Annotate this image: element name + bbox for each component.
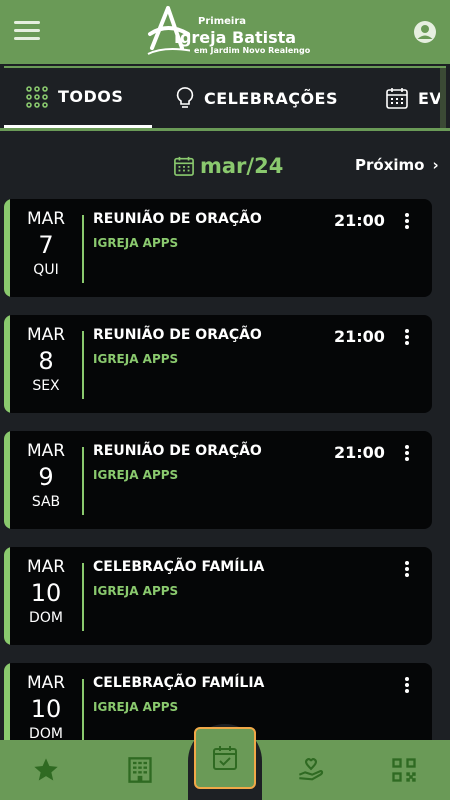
tab-label: CELEBRAÇÕES — [204, 88, 338, 108]
event-weekday: DOM — [29, 610, 63, 626]
event-weekday: SAB — [31, 494, 61, 510]
logo-text-primeira: Primeira — [198, 16, 246, 27]
church-logo: Primeira Igreja Batista em Jardim Novo R… — [146, 4, 316, 60]
qr-code-icon[interactable] — [390, 756, 418, 784]
event-day: 9 — [38, 463, 54, 491]
grid-dots-icon — [26, 85, 48, 108]
event-organizer: IGREJA APPS — [93, 584, 179, 598]
more-options-icon[interactable] — [400, 561, 414, 581]
event-day: 8 — [38, 347, 54, 375]
event-date: MAR 10 DOM — [16, 673, 76, 743]
next-label: Próximo — [355, 156, 425, 174]
event-card[interactable]: MAR 9 SAB REUNIÃO DE ORAÇÃO IGREJA APPS … — [4, 431, 432, 529]
event-month: MAR — [26, 209, 66, 229]
more-options-icon[interactable] — [400, 677, 414, 697]
event-title: CELEBRAÇÃO FAMÍLIA — [93, 675, 265, 691]
chevron-right-icon: › — [432, 156, 439, 174]
event-title: REUNIÃO DE ORAÇÃO — [93, 211, 262, 227]
current-month[interactable]: mar/24 — [174, 154, 283, 178]
hamburger-menu-icon[interactable] — [14, 20, 40, 42]
building-icon[interactable] — [126, 756, 154, 784]
top-app-bar: Primeira Igreja Batista em Jardim Novo R… — [0, 0, 450, 64]
event-day: 10 — [30, 695, 62, 723]
next-month-button[interactable]: Próximo › — [355, 156, 439, 174]
calendar-check-icon — [213, 746, 237, 770]
event-accent-bar — [4, 547, 10, 645]
event-month: MAR — [26, 557, 66, 577]
month-selector: mar/24 Próximo › — [0, 146, 450, 186]
calendar-icon — [174, 156, 194, 176]
event-time: 21:00 — [334, 211, 385, 230]
more-options-icon[interactable] — [400, 329, 414, 349]
star-icon[interactable] — [32, 756, 60, 784]
event-organizer: IGREJA APPS — [93, 468, 179, 482]
event-title: REUNIÃO DE ORAÇÃO — [93, 443, 262, 459]
more-options-icon[interactable] — [400, 213, 414, 233]
event-weekday: QUI — [33, 262, 59, 278]
event-date: MAR 7 QUI — [16, 209, 76, 279]
event-date: MAR 9 SAB — [16, 441, 76, 511]
logo-text-location: em Jardim Novo Realengo — [194, 46, 311, 55]
event-divider — [82, 563, 84, 631]
event-card[interactable]: MAR 7 QUI REUNIÃO DE ORAÇÃO IGREJA APPS … — [4, 199, 432, 297]
event-organizer: IGREJA APPS — [93, 352, 179, 366]
event-weekday: SEX — [32, 378, 60, 394]
tabs-divider — [0, 128, 450, 131]
logo-text-igreja-batista: Igreja Batista — [174, 28, 297, 47]
tab-label: TODOS — [58, 87, 124, 106]
event-organizer: IGREJA APPS — [93, 236, 179, 250]
event-time: 21:00 — [334, 327, 385, 346]
event-day: 7 — [38, 231, 54, 259]
event-card[interactable]: MAR 8 SEX REUNIÃO DE ORAÇÃO IGREJA APPS … — [4, 315, 432, 413]
tab-todos[interactable]: TODOS — [4, 68, 152, 128]
calendar-icon — [386, 88, 408, 109]
profile-icon[interactable] — [413, 20, 437, 44]
lightbulb-icon — [176, 87, 194, 108]
event-card[interactable]: MAR 10 DOM CELEBRAÇÃO FAMÍLIA IGREJA APP… — [4, 547, 432, 645]
event-title: CELEBRAÇÃO FAMÍLIA — [93, 559, 265, 575]
event-date: MAR 8 SEX — [16, 325, 76, 395]
tabs-scroll-edge — [440, 68, 446, 128]
heart-hand-icon[interactable] — [297, 756, 325, 784]
event-divider — [82, 447, 84, 515]
event-day: 10 — [30, 579, 62, 607]
event-month: MAR — [26, 673, 66, 693]
event-month: MAR — [26, 441, 66, 461]
more-options-icon[interactable] — [400, 445, 414, 465]
event-accent-bar — [4, 431, 10, 529]
event-month: MAR — [26, 325, 66, 345]
tab-celebracoes[interactable]: CELEBRAÇÕES — [176, 68, 338, 128]
event-accent-bar — [4, 199, 10, 297]
event-divider — [82, 331, 84, 399]
event-organizer: IGREJA APPS — [93, 700, 179, 714]
event-divider — [82, 679, 84, 747]
event-divider — [82, 215, 84, 283]
month-text: mar/24 — [200, 154, 284, 178]
agenda-nav-button[interactable] — [194, 727, 256, 789]
category-tabs: TODOS CELEBRAÇÕES EVE — [4, 66, 446, 128]
event-time: 21:00 — [334, 443, 385, 462]
event-accent-bar — [4, 315, 10, 413]
event-title: REUNIÃO DE ORAÇÃO — [93, 327, 262, 343]
tab-eventos[interactable]: EVE — [386, 68, 446, 128]
event-date: MAR 10 DOM — [16, 557, 76, 627]
